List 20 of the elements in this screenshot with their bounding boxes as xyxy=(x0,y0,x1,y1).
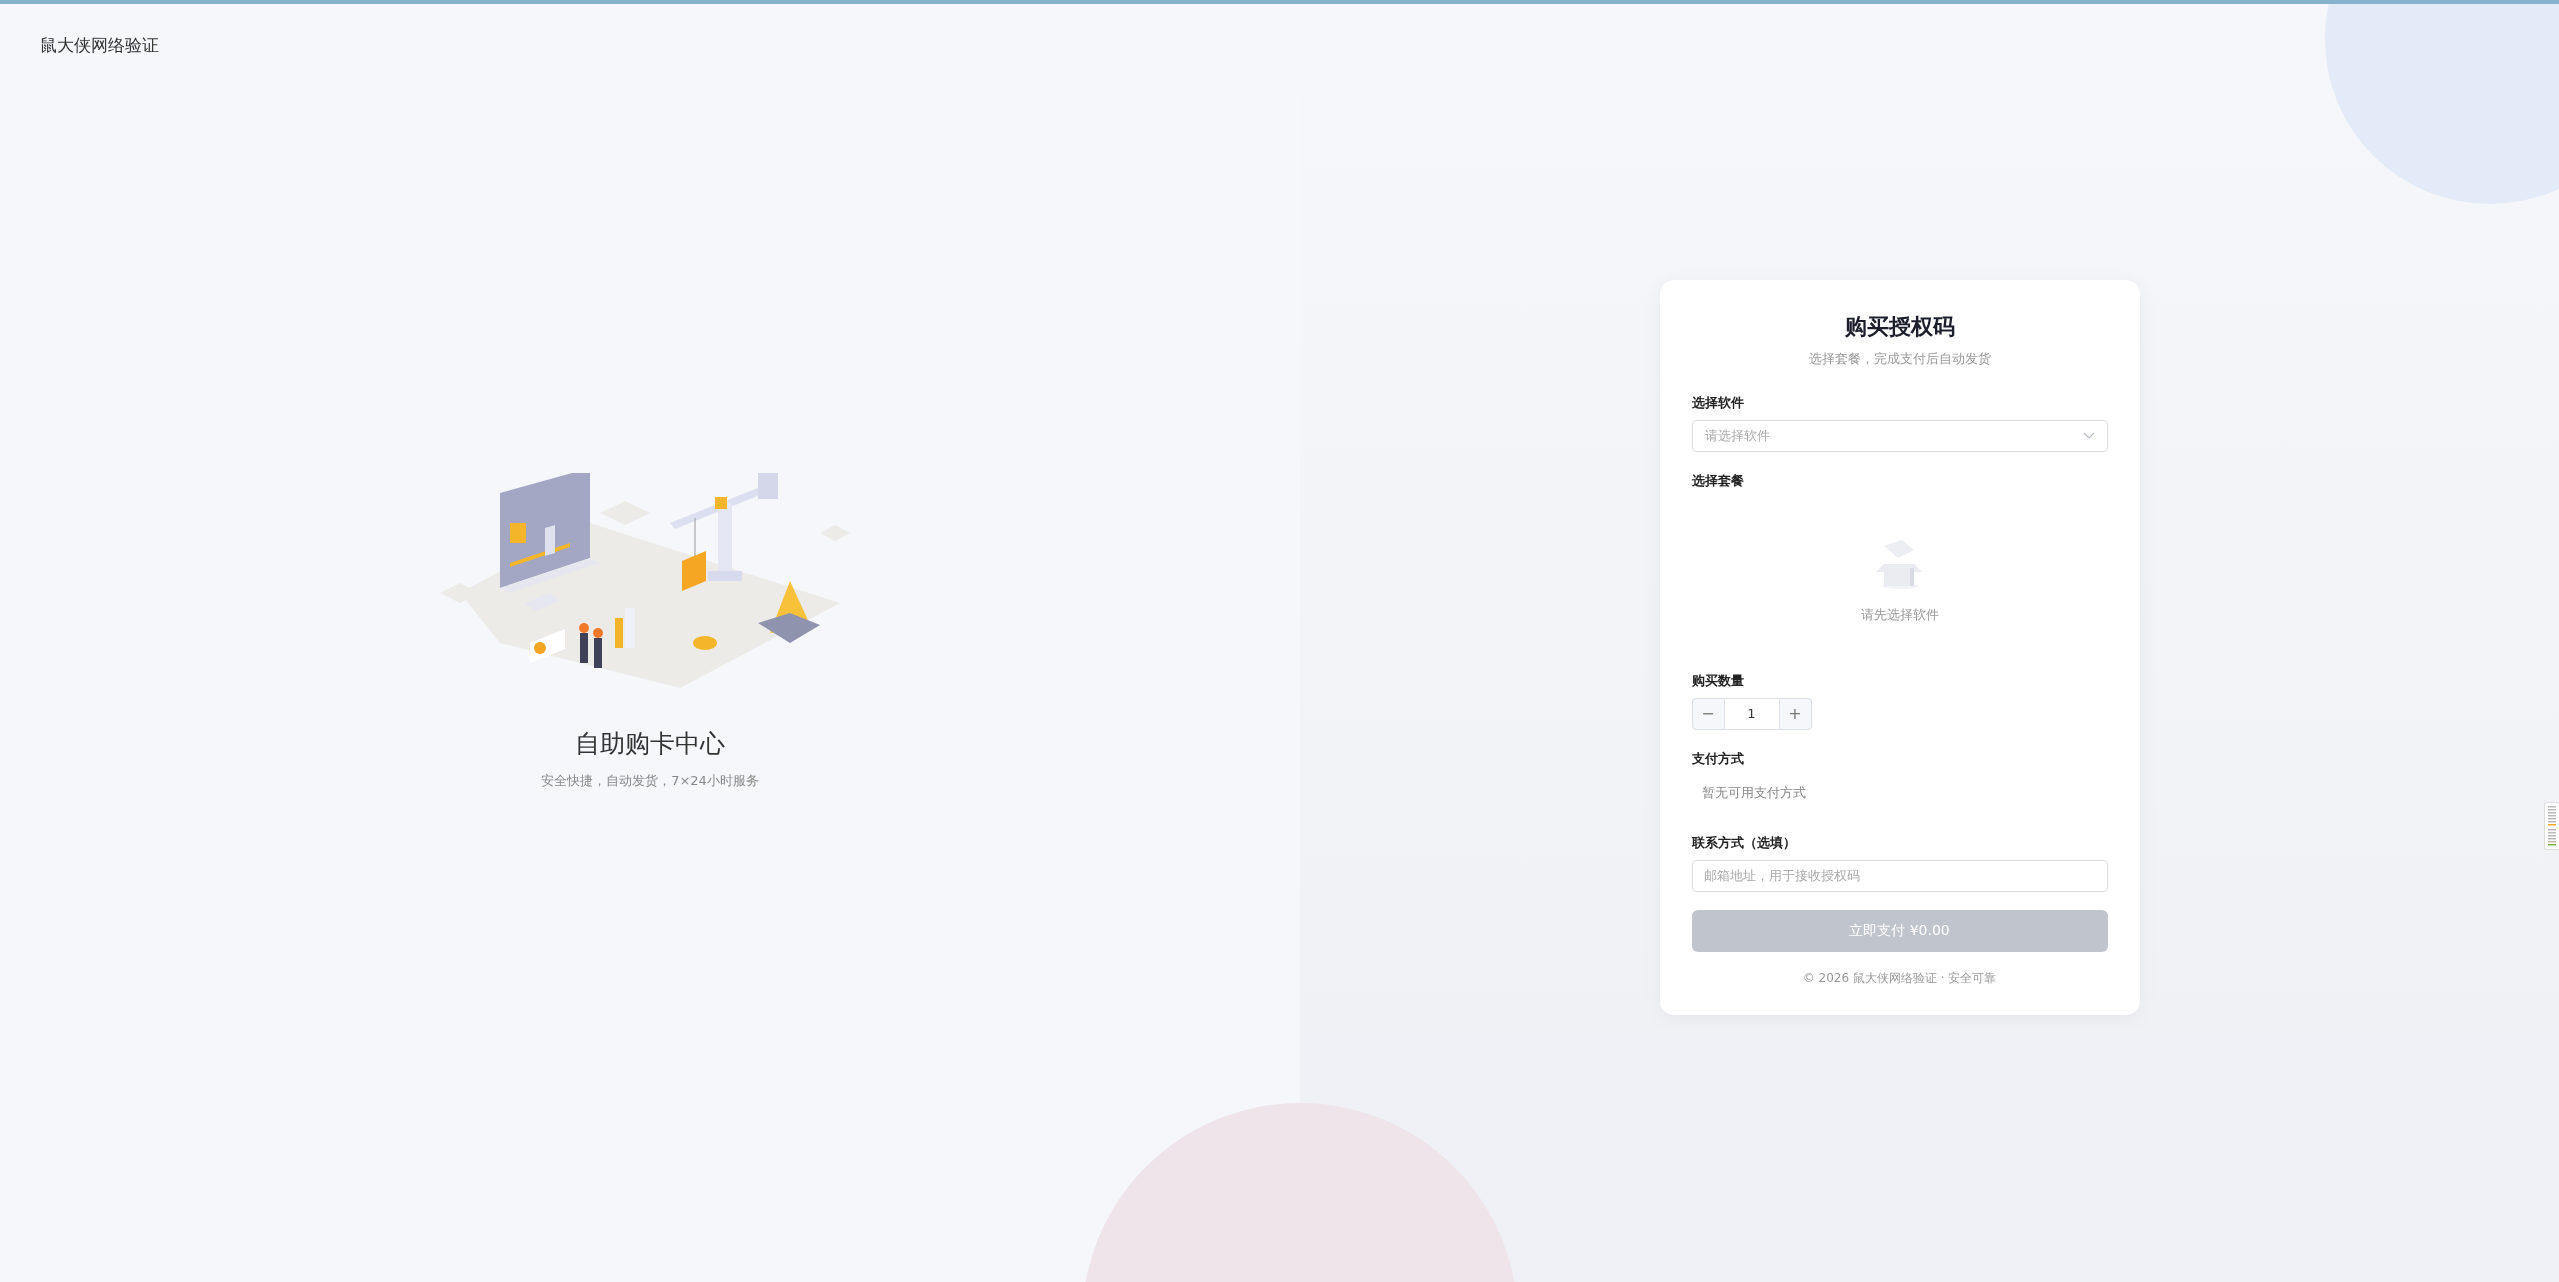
card-subtitle: 选择套餐，完成支付后自动发货 xyxy=(1807,349,1992,368)
footer-text: © 2026 鼠大侠网络验证 · 安全可靠 xyxy=(1801,969,1998,987)
card-title: 购买授权码 xyxy=(1843,312,1956,341)
field-label: 选择套餐 xyxy=(1691,471,1745,490)
quantity-field[interactable]: 1 xyxy=(1724,697,1779,730)
field-label: 联系方式（选填） xyxy=(1691,833,1797,852)
hero-subtitle: 安全快捷，自动发货，7×24小时服务 xyxy=(541,771,759,790)
software-select[interactable]: 请选择软件 xyxy=(1691,419,2108,452)
hero-title: 自助购卡中心 xyxy=(575,727,725,760)
field-label: 支付方式 xyxy=(1691,749,1745,768)
field-label: 选择软件 xyxy=(1691,393,1745,412)
empty-message: 请先选择软件 xyxy=(1860,605,1939,624)
email-field[interactable]: 邮箱地址，用于接收授权码 xyxy=(1691,859,2108,892)
field-label: 购买数量 xyxy=(1691,671,1745,690)
increment-button[interactable]: + xyxy=(1778,697,1812,730)
brand-name: 鼠大侠网络验证 xyxy=(40,34,159,57)
empty-message: 暂无可用支付方式 xyxy=(1700,783,1807,802)
decrement-button[interactable]: − xyxy=(1691,697,1725,730)
chevron-down-icon xyxy=(2082,431,2095,440)
level-bars-icon[interactable] xyxy=(2544,802,2559,850)
